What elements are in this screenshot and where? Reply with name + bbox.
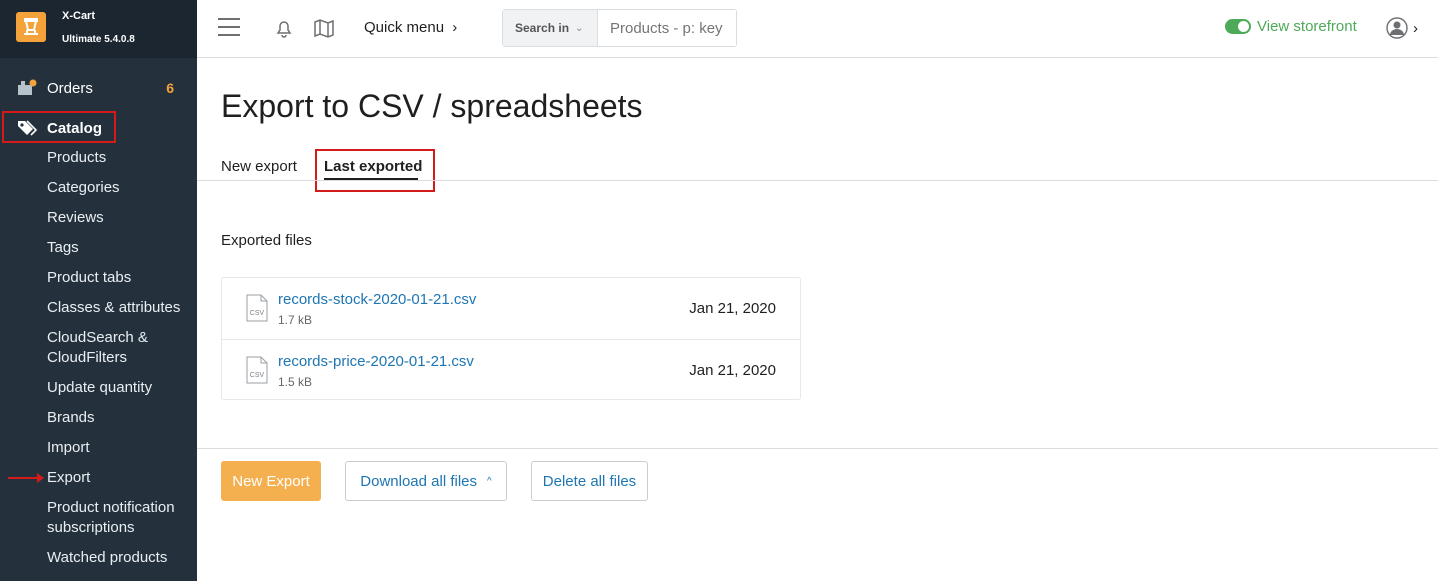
brand-version: Ultimate 5.4.0.8	[62, 34, 135, 45]
sidebar-subitem-categories[interactable]: Categories	[47, 178, 187, 198]
cart-logo-icon	[24, 18, 38, 35]
sidebar-subitem-products[interactable]: Products	[47, 148, 187, 168]
hamburger-menu-icon[interactable]	[218, 18, 240, 36]
new-export-button[interactable]: New Export	[221, 461, 321, 501]
xcart-logo[interactable]	[16, 12, 46, 42]
tabs-divider	[197, 180, 1438, 181]
arrow-right-icon	[8, 473, 44, 483]
page-title: Export to CSV / spreadsheets	[221, 88, 643, 124]
file-date: Jan 21, 2020	[689, 300, 776, 317]
orders-count-badge: 6	[166, 80, 174, 96]
exported-files-list: CSV records-stock-2020-01-21.csv 1.7 kB …	[221, 277, 801, 400]
view-storefront-label: View storefront	[1257, 18, 1357, 35]
tab-new-export[interactable]: New export	[221, 158, 297, 175]
user-menu[interactable]: ›	[1386, 17, 1418, 39]
sidebar-subitem-cloudsearch[interactable]: CloudSearch & CloudFilters	[47, 328, 187, 368]
quick-menu-button[interactable]: Quick menu ›	[364, 19, 457, 36]
tags-icon	[18, 120, 37, 136]
search-box: Search in ⌄	[502, 9, 737, 47]
view-storefront-toggle[interactable]: View storefront	[1225, 18, 1357, 35]
chevron-right-icon: ›	[1413, 19, 1418, 37]
toggle-switch-icon	[1225, 19, 1251, 34]
file-link[interactable]: records-price-2020-01-21.csv	[278, 353, 474, 370]
quick-menu-label: Quick menu	[364, 19, 445, 36]
sidebar: X-Cart Ultimate 5.4.0.8 Orders 6 Catalog…	[0, 0, 197, 581]
search-in-label: Search in	[515, 21, 570, 35]
search-in-dropdown[interactable]: Search in ⌄	[503, 10, 598, 46]
sidebar-subitem-product-tabs[interactable]: Product tabs	[47, 268, 187, 288]
file-link[interactable]: records-stock-2020-01-21.csv	[278, 291, 476, 308]
brand-header: X-Cart Ultimate 5.4.0.8	[0, 0, 197, 58]
file-size: 1.7 kB	[278, 313, 313, 327]
user-avatar-icon	[1386, 17, 1408, 39]
brand-name: X-Cart	[62, 10, 96, 22]
chevron-right-icon: ›	[452, 19, 458, 36]
bell-icon[interactable]	[273, 17, 295, 39]
sidebar-subitem-brands[interactable]: Brands	[47, 408, 187, 428]
sidebar-subitem-import[interactable]: Import	[47, 438, 187, 458]
sidebar-item-label: Catalog	[47, 119, 103, 137]
list-item: CSV records-stock-2020-01-21.csv 1.7 kB …	[222, 278, 800, 339]
top-bar: Quick menu › Search in ⌄ View storefront…	[197, 0, 1438, 58]
sidebar-subitem-reviews[interactable]: Reviews	[47, 208, 187, 228]
file-size: 1.5 kB	[278, 375, 313, 389]
map-icon[interactable]	[313, 17, 335, 39]
sidebar-item-catalog[interactable]: Catalog	[0, 113, 197, 143]
search-input[interactable]	[598, 10, 736, 46]
sidebar-subitem-update-quantity[interactable]: Update quantity	[47, 378, 187, 398]
csv-file-icon: CSV	[246, 356, 268, 384]
sidebar-item-orders[interactable]: Orders 6	[0, 73, 197, 103]
sidebar-item-label: Orders	[47, 79, 93, 97]
chevron-up-icon: ^	[487, 475, 492, 487]
chevron-down-icon: ⌄	[575, 22, 584, 34]
orders-icon	[18, 79, 37, 95]
sidebar-subitem-classes-attributes[interactable]: Classes & attributes	[47, 298, 187, 318]
sidebar-subitem-export[interactable]: Export	[47, 468, 187, 488]
csv-file-icon: CSV	[246, 294, 268, 322]
download-all-files-button[interactable]: Download all files ^	[345, 461, 507, 501]
sidebar-subitem-tags[interactable]: Tags	[47, 238, 187, 258]
section-title: Exported files	[221, 232, 312, 249]
sidebar-subitem-product-notification[interactable]: Product notification subscriptions	[47, 498, 187, 538]
footer-divider	[197, 448, 1438, 449]
tab-highlight	[315, 149, 435, 192]
file-date: Jan 21, 2020	[689, 362, 776, 379]
sidebar-subitem-watched-products[interactable]: Watched products	[47, 548, 187, 568]
svg-text:CSV: CSV	[250, 310, 265, 317]
svg-text:CSV: CSV	[250, 372, 265, 379]
download-all-files-label: Download all files	[360, 472, 478, 490]
list-item: CSV records-price-2020-01-21.csv 1.5 kB …	[222, 339, 800, 400]
delete-all-files-button[interactable]: Delete all files	[531, 461, 648, 501]
